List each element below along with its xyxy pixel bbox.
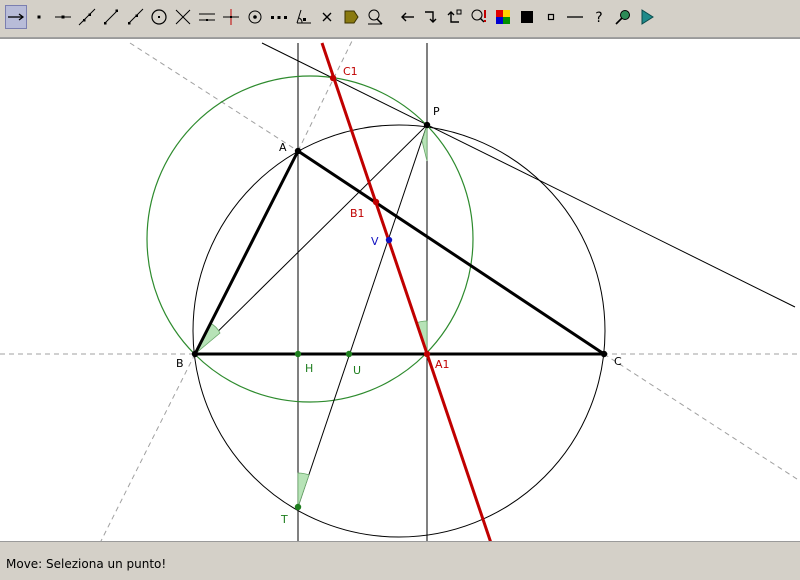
label-c: C xyxy=(614,355,622,368)
dashed-lines xyxy=(0,40,800,541)
angle-mark-t xyxy=(297,472,310,508)
redo-tool-icon[interactable] xyxy=(420,5,442,29)
point-on-object-tool-icon[interactable] xyxy=(52,5,74,29)
point-p[interactable] xyxy=(423,121,431,129)
label-a1: A1 xyxy=(435,358,450,371)
delete-tool-icon[interactable] xyxy=(316,5,338,29)
point-b1[interactable] xyxy=(372,198,380,206)
label-tag-tool-icon[interactable] xyxy=(340,5,362,29)
status-message: Move: Seleziona un punto! xyxy=(6,557,167,571)
label-h: H xyxy=(305,362,313,375)
redo-all-tool-icon[interactable] xyxy=(444,5,466,29)
point-labels: A B C P C1 B1 A1 V H U T xyxy=(176,65,622,526)
new-point-tool-icon[interactable] xyxy=(28,5,50,29)
dashed-line-a-steep xyxy=(297,40,353,152)
angle-measure-tool-icon[interactable] xyxy=(292,5,314,29)
point-a1[interactable] xyxy=(423,350,431,358)
point-c1[interactable] xyxy=(329,74,337,82)
dashed-line-a-upper xyxy=(129,42,299,152)
point-t[interactable] xyxy=(294,503,302,511)
point-a[interactable] xyxy=(294,147,302,155)
dashed-line-c-lower xyxy=(603,353,800,482)
label-t: T xyxy=(280,513,288,526)
label-c1: C1 xyxy=(343,65,358,78)
triangle-abc xyxy=(193,149,606,356)
angle-mark-p xyxy=(421,124,428,162)
line-through-two-points-tool-icon[interactable] xyxy=(76,5,98,29)
svg-text:?: ? xyxy=(595,10,602,26)
label-a: A xyxy=(279,141,287,154)
label-u: U xyxy=(353,364,361,377)
undo-tool-icon[interactable] xyxy=(396,5,418,29)
help-tool-icon[interactable]: ? xyxy=(588,5,610,29)
magnifier-tool-icon[interactable] xyxy=(364,5,386,29)
point-h[interactable] xyxy=(294,350,302,358)
segment-tool-icon[interactable] xyxy=(100,5,122,29)
line-pt xyxy=(297,124,428,508)
toolbar: ? xyxy=(0,0,800,38)
label-b: B xyxy=(176,357,184,370)
dashed-line-b-lower xyxy=(100,353,196,541)
line-style-tool-icon[interactable] xyxy=(564,5,586,29)
move-tool-icon[interactable] xyxy=(5,5,27,29)
circle-center-point-tool-icon[interactable] xyxy=(244,5,266,29)
label-v: V xyxy=(371,235,379,248)
color-palette-tool-icon[interactable] xyxy=(492,5,514,29)
simson-line xyxy=(320,42,492,541)
play-tool-icon[interactable] xyxy=(636,5,658,29)
zoom-tool-icon[interactable] xyxy=(612,5,634,29)
ray-tool-icon[interactable] xyxy=(124,5,146,29)
point-v[interactable] xyxy=(385,236,393,244)
label-p: P xyxy=(433,105,440,118)
show-construction-tool-icon[interactable] xyxy=(468,5,490,29)
drawing-canvas[interactable]: A B C P C1 B1 A1 V H U T xyxy=(0,38,800,542)
locus-tool-icon[interactable] xyxy=(268,5,290,29)
perpendicular-line-tool-icon[interactable] xyxy=(220,5,242,29)
point-c[interactable] xyxy=(600,350,608,358)
parallel-line-tool-icon[interactable] xyxy=(196,5,218,29)
label-b1: B1 xyxy=(350,207,365,220)
points xyxy=(191,74,608,511)
point-b[interactable] xyxy=(191,350,199,358)
point-u[interactable] xyxy=(345,350,353,358)
black-square-tool-icon[interactable] xyxy=(516,5,538,29)
construction-svg: A B C P C1 B1 A1 V H U T xyxy=(0,40,800,541)
intersect-tool-icon[interactable] xyxy=(172,5,194,29)
status-bar: Move: Seleziona un punto! xyxy=(0,542,800,580)
circle-with-center-tool-icon[interactable] xyxy=(148,5,170,29)
circumcircle xyxy=(192,124,606,538)
small-square-tool-icon[interactable] xyxy=(540,5,562,29)
line-tangent-p xyxy=(261,42,796,308)
